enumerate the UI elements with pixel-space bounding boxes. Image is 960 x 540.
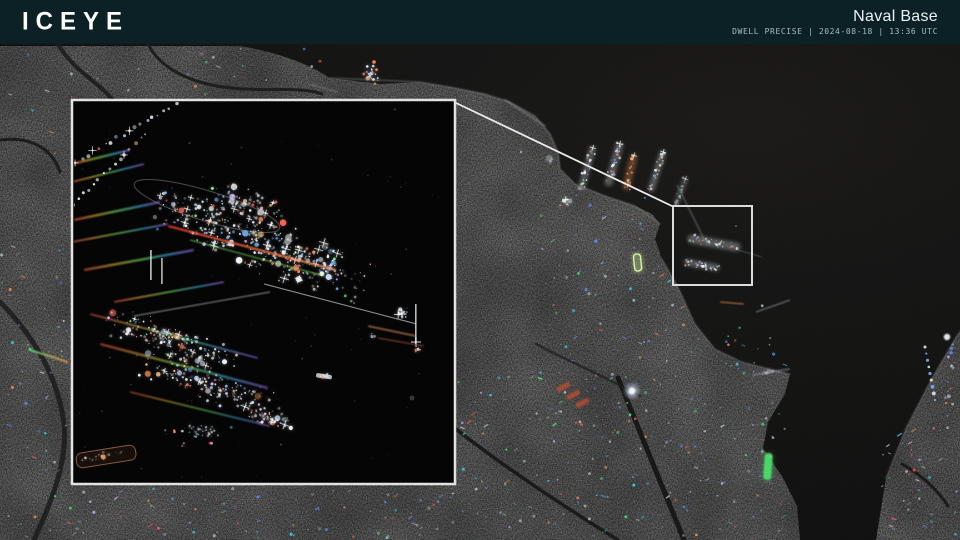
capture-meta: DWELL PRECISE | 2024-08-18 | 13:36 UTC bbox=[732, 27, 938, 36]
capture-info: Naval Base DWELL PRECISE | 2024-08-18 | … bbox=[732, 9, 938, 36]
meta-separator: | bbox=[878, 27, 883, 36]
sar-scene-svg bbox=[0, 44, 960, 540]
sar-image bbox=[0, 44, 960, 540]
inset-zoom-box bbox=[71, 100, 455, 484]
capture-date: 2024-08-18 bbox=[819, 27, 873, 36]
iceye-logo: ICEYE bbox=[22, 7, 129, 36]
capture-time: 13:36 UTC bbox=[889, 27, 938, 36]
meta-separator: | bbox=[808, 27, 813, 36]
iceye-imagery-viewer: ICEYE Naval Base DWELL PRECISE | 2024-08… bbox=[0, 0, 960, 540]
header-bar: ICEYE Naval Base DWELL PRECISE | 2024-08… bbox=[0, 0, 960, 44]
capture-mode: DWELL PRECISE bbox=[732, 27, 802, 36]
inset-border bbox=[72, 100, 455, 484]
page-title: Naval Base bbox=[853, 9, 938, 25]
